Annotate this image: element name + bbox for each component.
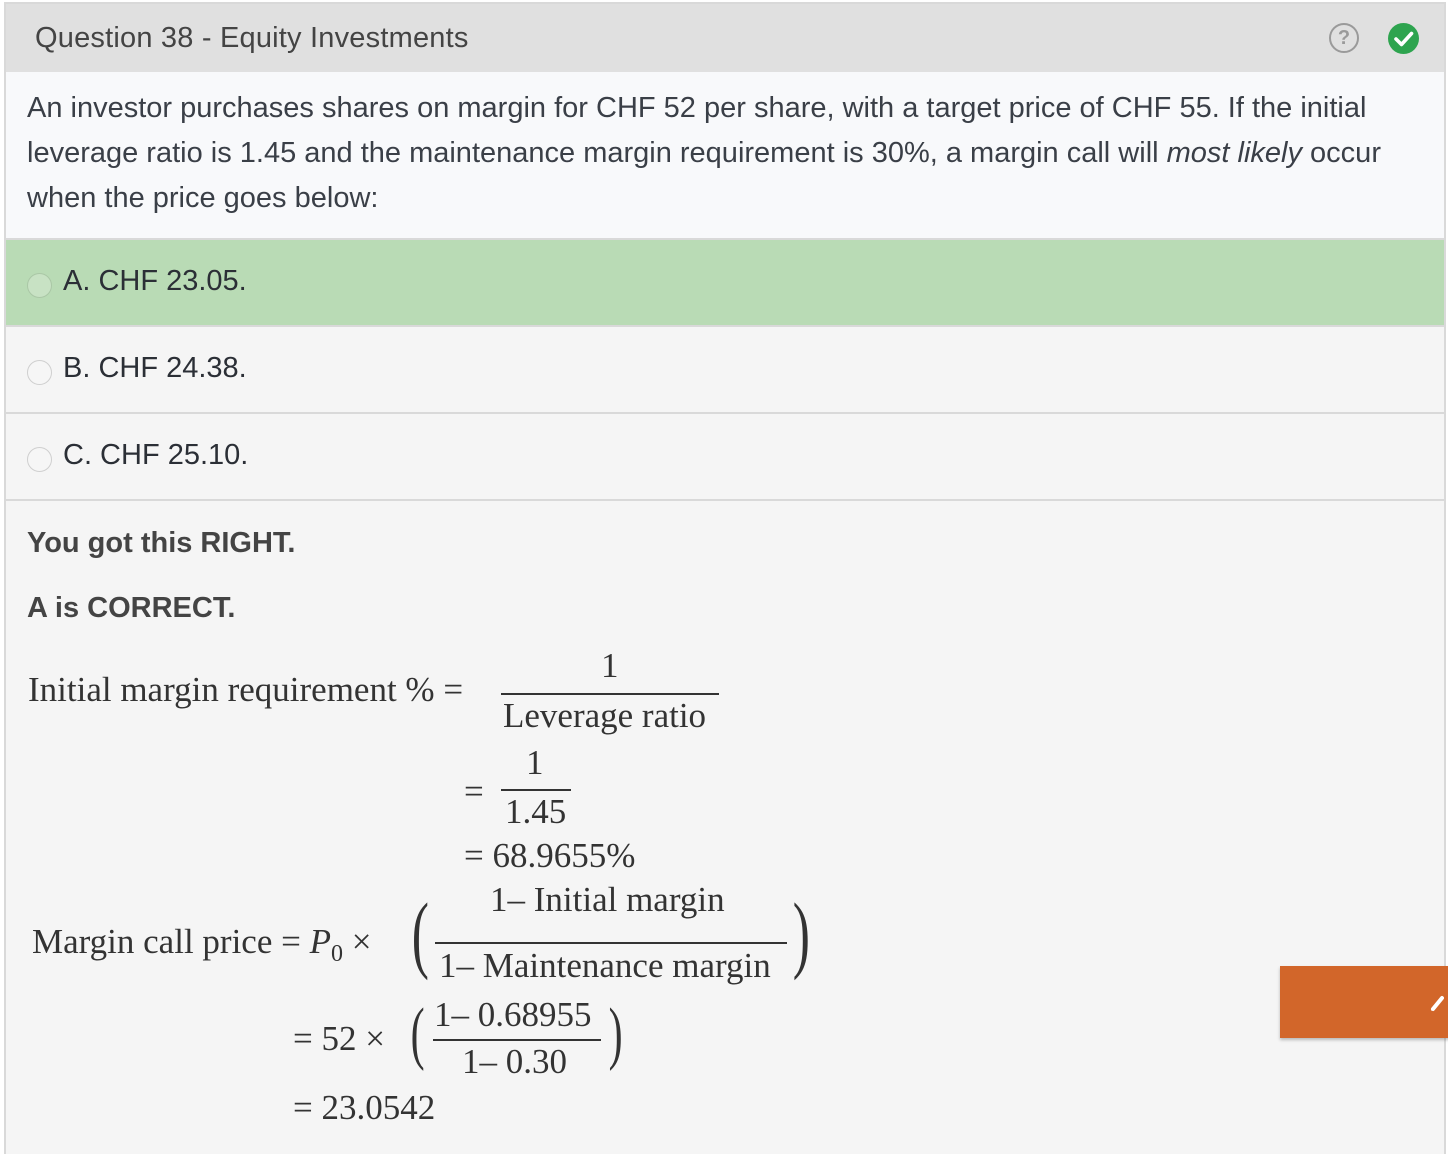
- radio-button[interactable]: [27, 360, 52, 385]
- eq1-fraction-bar-2: [501, 789, 571, 791]
- question-text: An investor purchases shares on margin f…: [6, 72, 1444, 240]
- eq1-equals: =: [464, 772, 484, 811]
- eq2-numerator-2: 1– 0.68955: [434, 995, 592, 1034]
- side-feedback-tab[interactable]: [1280, 966, 1448, 1038]
- eq1-denominator-2: 1.45: [505, 792, 567, 831]
- pencil-icon: [1431, 996, 1444, 1011]
- result-message: You got this RIGHT.: [27, 527, 296, 559]
- radio-button[interactable]: [27, 273, 52, 298]
- explanation-panel: You got this RIGHT. A is CORRECT. Initia…: [6, 502, 1444, 1154]
- left-paren-2: (: [410, 995, 425, 1072]
- eq2-step: = 52 ×: [293, 1019, 385, 1058]
- eq2-lhs-text: Margin call price =: [32, 922, 310, 961]
- answer-option-label: B. CHF 24.38.: [63, 352, 247, 384]
- eq1-numerator-2: 1: [526, 743, 544, 782]
- right-paren: ): [792, 885, 810, 981]
- question-card: Question 38 - Equity Investments ? An in…: [4, 2, 1446, 1154]
- eq2-subscript: 0: [331, 941, 343, 967]
- eq1-numerator: 1: [601, 646, 619, 685]
- eq2-times: ×: [343, 922, 372, 961]
- correct-answer-message: A is CORRECT.: [27, 592, 236, 624]
- eq1-result: = 68.9655%: [464, 836, 636, 875]
- left-paren: (: [411, 885, 429, 981]
- answer-option-label: C. CHF 25.10.: [63, 439, 249, 471]
- eq1-fraction-bar: [501, 693, 719, 695]
- eq2-numerator: 1– Initial margin: [490, 880, 725, 919]
- answer-option-a[interactable]: A. CHF 23.05.: [6, 240, 1444, 327]
- question-emphasis: most likely: [1166, 137, 1302, 169]
- eq2-denominator-2: 1– 0.30: [462, 1042, 567, 1081]
- answer-option-label: A. CHF 23.05.: [63, 265, 247, 297]
- eq2-p: P: [309, 922, 331, 961]
- eq2-result: = 23.0542: [293, 1088, 436, 1127]
- answer-option-b[interactable]: B. CHF 24.38.: [6, 327, 1444, 414]
- right-paren-2: ): [608, 995, 623, 1072]
- question-circle-icon[interactable]: ?: [1329, 23, 1359, 53]
- eq2-fraction-bar: [435, 942, 787, 944]
- question-title: Question 38 - Equity Investments: [35, 22, 469, 54]
- eq2-fraction-bar-2: [433, 1039, 601, 1041]
- radio-button[interactable]: [27, 447, 52, 472]
- check-circle-icon: [1388, 23, 1419, 54]
- answer-option-c[interactable]: C. CHF 25.10.: [6, 414, 1444, 501]
- question-text-part1: An investor purchases shares on margin f…: [27, 92, 1367, 169]
- eq1-denominator: Leverage ratio: [503, 696, 707, 735]
- question-header: Question 38 - Equity Investments ?: [6, 4, 1444, 72]
- eq1-lhs: Initial margin requirement % =: [28, 670, 464, 709]
- eq2-lhs: Margin call price = P0 ×: [32, 922, 372, 968]
- eq2-denominator: 1– Maintenance margin: [439, 946, 771, 985]
